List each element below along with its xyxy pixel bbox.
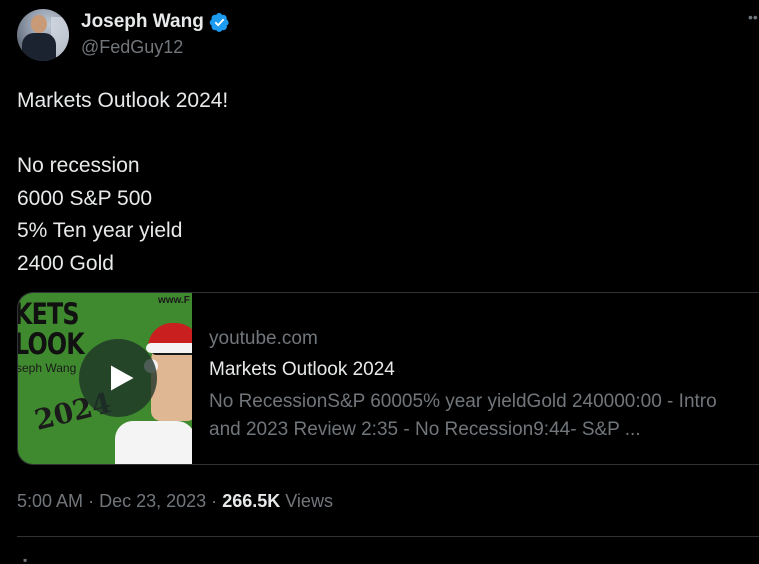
- tweet-line: Markets Outlook 2024!: [17, 89, 229, 112]
- avatar[interactable]: [17, 9, 69, 61]
- divider: [17, 536, 759, 537]
- tweet-text: Markets Outlook 2024! No recession 6000 …: [17, 85, 717, 280]
- avatar-head: [31, 15, 47, 33]
- santa-hat-rim: [146, 343, 192, 353]
- tweet-meta: 5:00 AM · Dec 23, 2023 · 266.5K Views: [17, 491, 333, 512]
- card-domain: youtube.com: [209, 328, 318, 349]
- verified-badge-icon[interactable]: [209, 12, 230, 33]
- card-description: No RecessionS&P 60005% year yieldGold 24…: [209, 391, 717, 440]
- author-name-row: Joseph Wang: [81, 9, 230, 35]
- tweet-line: No recession: [17, 154, 140, 177]
- tweet-line: 5% Ten year yield: [17, 219, 183, 242]
- tweet-date[interactable]: Dec 23, 2023: [99, 491, 206, 511]
- play-icon[interactable]: [79, 339, 157, 417]
- thumbnail-person-shirt: [115, 421, 192, 464]
- meta-separator: ·: [211, 491, 218, 511]
- avatar-body: [22, 33, 56, 61]
- card-title: Markets Outlook 2024: [209, 359, 395, 380]
- tweet-line: 6000 S&P 500: [17, 186, 153, 210]
- thumbnail-title-line: LOOK: [18, 327, 85, 361]
- video-thumbnail[interactable]: KETS LOOK seph Wang www.F 2024: [18, 293, 192, 464]
- thumbnail-name: seph Wang: [18, 361, 77, 375]
- tweet: •• Joseph Wang @FedGuy12 Markets Outlook…: [0, 0, 759, 564]
- tweet-line: 2400 Gold: [17, 251, 114, 275]
- tweet-time[interactable]: 5:00 AM: [17, 491, 83, 511]
- views-label: Views: [285, 491, 333, 511]
- card-info[interactable]: youtube.com Markets Outlook 2024 No Rece…: [209, 325, 749, 444]
- thumbnail-url: www.F: [158, 295, 190, 306]
- reply-icon[interactable]: ▪: [23, 553, 33, 564]
- meta-separator: ·: [88, 491, 95, 511]
- author-display-name[interactable]: Joseph Wang: [81, 11, 204, 33]
- more-options-icon[interactable]: ••: [748, 10, 759, 24]
- link-preview-card[interactable]: KETS LOOK seph Wang www.F 2024 youtube.c…: [17, 292, 759, 465]
- thumbnail-title-line: KETS: [18, 297, 80, 331]
- author-handle[interactable]: @FedGuy12: [81, 37, 183, 58]
- views-count[interactable]: 266.5K: [222, 491, 280, 511]
- thumbnail-title: KETS LOOK: [18, 297, 85, 361]
